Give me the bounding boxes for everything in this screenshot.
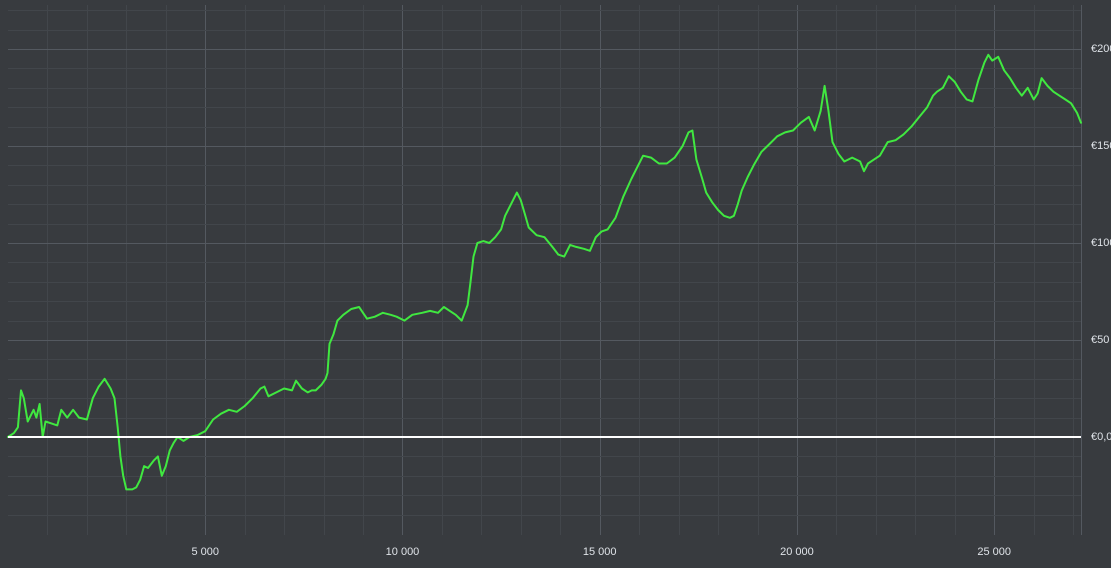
y-tick-label: €0,0	[1091, 431, 1111, 443]
x-tick-label: 15 000	[583, 546, 617, 558]
x-tick-label: 20 000	[780, 546, 814, 558]
y-tick-label: €50	[1091, 334, 1109, 346]
equity-chart-svg: 5 000 10 000 15 000 20 000 25 000 €200 €150 €1…	[0, 0, 1111, 568]
y-tick-label: €100	[1091, 237, 1111, 249]
x-tick-label: 5 000	[191, 546, 219, 558]
x-tick-label: 25 000	[977, 546, 1011, 558]
equity-chart: 5 000 10 000 15 000 20 000 25 000 €200 €150 €1…	[0, 0, 1111, 568]
y-tick-label: €200	[1091, 43, 1111, 55]
y-tick-label: €150	[1091, 140, 1111, 152]
x-tick-label: 10 000	[386, 546, 420, 558]
